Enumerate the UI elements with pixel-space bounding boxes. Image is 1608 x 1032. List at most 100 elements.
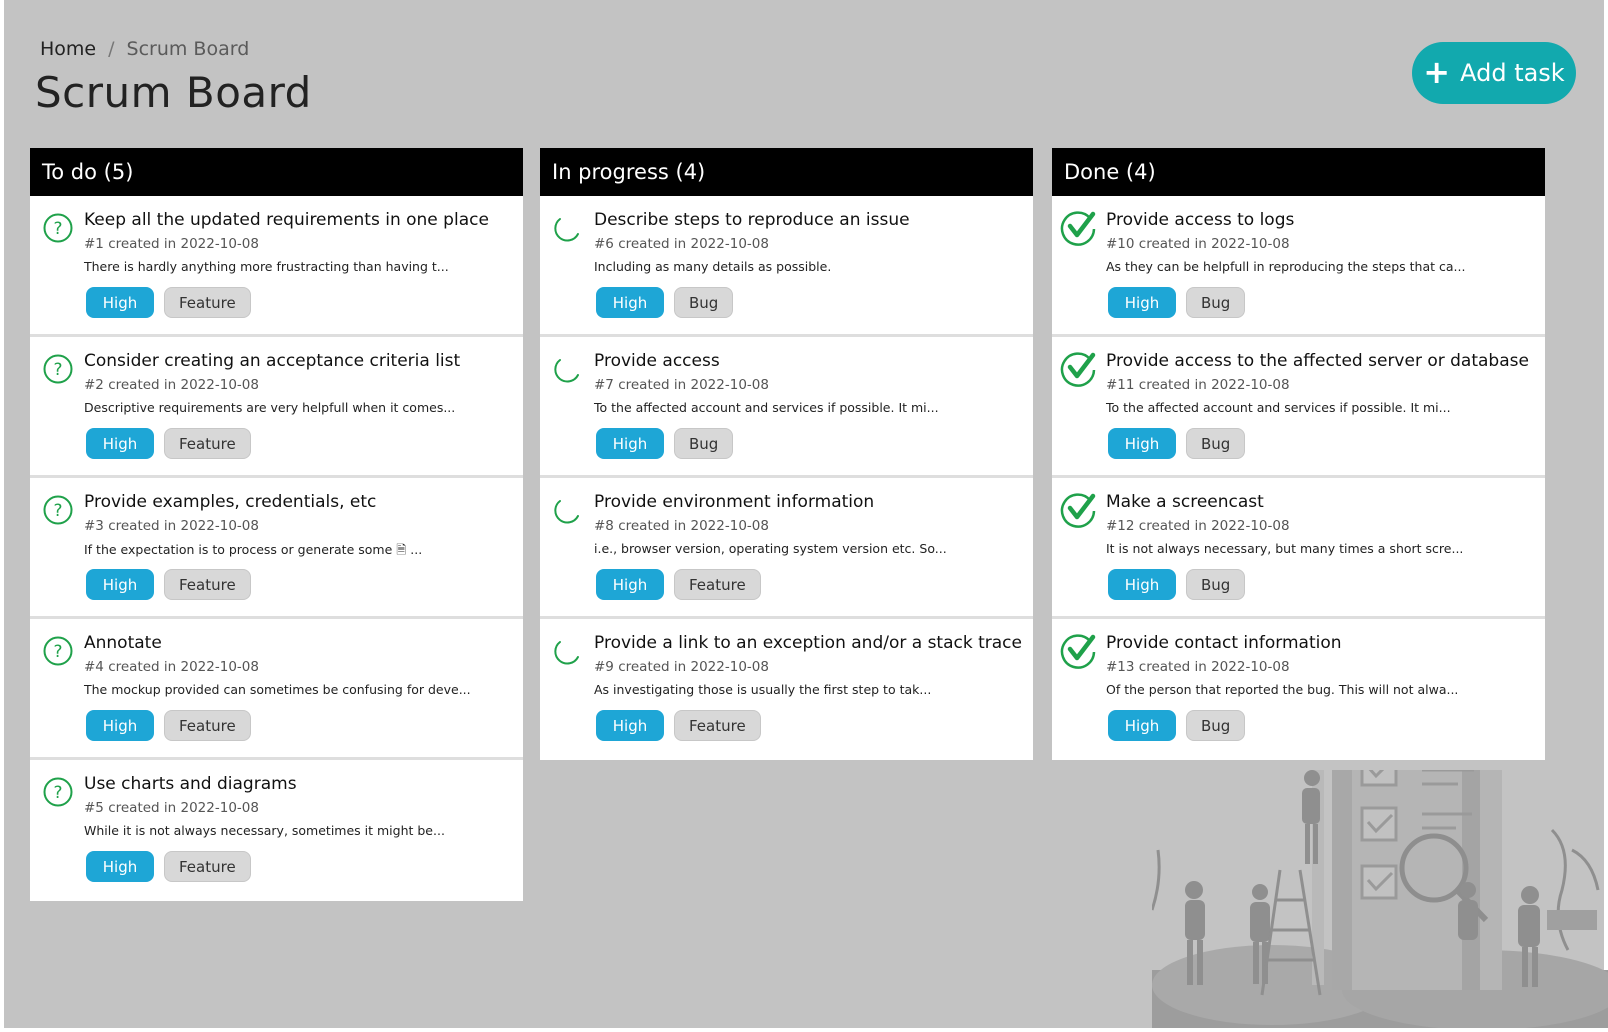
page-title: Scrum Board <box>35 68 312 117</box>
svg-text:?: ? <box>53 360 62 380</box>
spinner-icon <box>552 494 584 526</box>
task-description: It is not always necessary, but many tim… <box>1106 541 1464 556</box>
add-task-button[interactable]: + Add task <box>1412 42 1576 104</box>
task-tags: High Feature <box>86 710 251 741</box>
breadcrumb-current: Scrum Board <box>126 38 250 60</box>
check-circle-icon <box>1060 493 1096 528</box>
question-circle-icon: ? <box>42 776 74 808</box>
task-card[interactable]: Provide environment information #8 create… <box>540 478 1033 619</box>
type-badge: Feature <box>164 428 251 459</box>
priority-badge: High <box>1108 710 1176 741</box>
priority-badge: High <box>1108 428 1176 459</box>
column-header: In progress (4) <box>540 148 1033 196</box>
priority-badge: High <box>596 287 664 318</box>
task-card[interactable]: Provide access #7 created in 2022-10-08 To… <box>540 337 1033 478</box>
add-task-label: Add task <box>1460 59 1565 87</box>
priority-badge: High <box>596 710 664 741</box>
task-tags: High Bug <box>1108 569 1246 600</box>
decorative-illustration <box>1152 770 1608 1028</box>
task-tags: High Feature <box>86 851 251 882</box>
task-description: Of the person that reported the bug. Thi… <box>1106 682 1459 697</box>
app-frame: Home / Scrum Board Scrum Board + Add tas… <box>4 0 1608 1028</box>
type-badge: Feature <box>164 710 251 741</box>
priority-badge: High <box>86 851 154 882</box>
task-meta: #6 created in 2022-10-08 <box>594 236 769 252</box>
task-card[interactable]: ? Use charts and diagrams #5 created in 20… <box>30 760 523 901</box>
task-card[interactable]: Describe steps to reproduce an issue #6 c… <box>540 196 1033 337</box>
breadcrumb-home[interactable]: Home <box>40 38 96 60</box>
task-description: To the affected account and services if … <box>594 400 939 415</box>
task-meta: #8 created in 2022-10-08 <box>594 518 769 534</box>
task-meta: #12 created in 2022-10-08 <box>1106 518 1290 534</box>
type-badge: Bug <box>674 287 734 318</box>
task-card[interactable]: ? Provide examples, credentials, etc #3 cr… <box>30 478 523 619</box>
task-description: Including as many details as possible. <box>594 259 832 274</box>
task-tags: High Feature <box>596 710 761 741</box>
task-tags: High Feature <box>86 287 251 318</box>
type-badge: Feature <box>674 710 761 741</box>
svg-text:?: ? <box>53 219 62 239</box>
priority-badge: High <box>596 428 664 459</box>
task-title: Provide access to the affected server or… <box>1106 351 1529 371</box>
task-card[interactable]: ? Consider creating an acceptance criteri… <box>30 337 523 478</box>
task-card[interactable]: ? Keep all the updated requirements in on… <box>30 196 523 337</box>
task-title: Provide environment information <box>594 492 875 512</box>
task-description: As they can be helpfull in reproducing t… <box>1106 259 1466 274</box>
column-header: To do (5) <box>30 148 523 196</box>
question-circle-icon: ? <box>42 494 74 526</box>
priority-badge: High <box>596 569 664 600</box>
task-title: Annotate <box>84 633 162 653</box>
spinner-icon <box>552 635 584 667</box>
task-meta: #2 created in 2022-10-08 <box>84 377 259 393</box>
breadcrumb: Home / Scrum Board <box>40 38 249 60</box>
check-circle-icon <box>1060 211 1096 246</box>
task-title: Keep all the updated requirements in one… <box>84 210 489 230</box>
priority-badge: High <box>86 710 154 741</box>
type-badge: Feature <box>164 569 251 600</box>
type-badge: Bug <box>674 428 734 459</box>
task-title: Describe steps to reproduce an issue <box>594 210 910 230</box>
task-card[interactable]: Provide contact information #13 created i… <box>1052 619 1545 760</box>
check-circle-icon <box>1060 634 1096 669</box>
task-meta: #4 created in 2022-10-08 <box>84 659 259 675</box>
column-header: Done (4) <box>1052 148 1545 196</box>
svg-text:?: ? <box>53 642 62 662</box>
task-card[interactable]: Provide access to the affected server or… <box>1052 337 1545 478</box>
task-tags: High Feature <box>86 569 251 600</box>
task-title: Use charts and diagrams <box>84 774 297 794</box>
spinner-icon <box>552 212 584 244</box>
type-badge: Feature <box>164 287 251 318</box>
task-card[interactable]: ? Annotate #4 created in 2022-10-08 The moc… <box>30 619 523 760</box>
task-title: Consider creating an acceptance criteria… <box>84 351 461 371</box>
priority-badge: High <box>86 287 154 318</box>
type-badge: Feature <box>674 569 761 600</box>
priority-badge: High <box>86 569 154 600</box>
task-meta: #3 created in 2022-10-08 <box>84 518 259 534</box>
task-description: To the affected account and services if … <box>1106 400 1451 415</box>
column-in-progress: In progress (4) Describe steps to reprodu… <box>540 148 1033 760</box>
task-description: The mockup provided can sometimes be con… <box>84 682 471 697</box>
svg-text:?: ? <box>53 783 62 803</box>
task-tags: High Bug <box>596 428 734 459</box>
task-description: As investigating those is usually the fi… <box>594 682 932 697</box>
task-meta: #5 created in 2022-10-08 <box>84 800 259 816</box>
task-meta: #11 created in 2022-10-08 <box>1106 377 1290 393</box>
task-card[interactable]: Provide a link to an exception and/or a … <box>540 619 1033 760</box>
task-description: While it is not always necessary, someti… <box>84 823 445 838</box>
task-description: There is hardly anything more frustracti… <box>84 259 449 274</box>
type-badge: Feature <box>164 851 251 882</box>
question-circle-icon: ? <box>42 212 74 244</box>
task-card[interactable]: Provide access to logs #10 created in 202… <box>1052 196 1545 337</box>
column-done: Done (4) Provide access to logs #10 create… <box>1052 148 1545 760</box>
task-meta: #13 created in 2022-10-08 <box>1106 659 1290 675</box>
task-tags: High Feature <box>86 428 251 459</box>
type-badge: Bug <box>1186 569 1246 600</box>
task-card[interactable]: Make a screencast #12 created in 2022-10-… <box>1052 478 1545 619</box>
task-title: Provide a link to an exception and/or a … <box>594 633 1022 653</box>
column-todo: To do (5)? Keep all the updated requireme… <box>30 148 523 901</box>
task-tags: High Bug <box>596 287 734 318</box>
task-description: Descriptive requirements are very helpfu… <box>84 400 456 415</box>
breadcrumb-separator: / <box>108 38 115 60</box>
question-circle-icon: ? <box>42 635 74 667</box>
priority-badge: High <box>86 428 154 459</box>
